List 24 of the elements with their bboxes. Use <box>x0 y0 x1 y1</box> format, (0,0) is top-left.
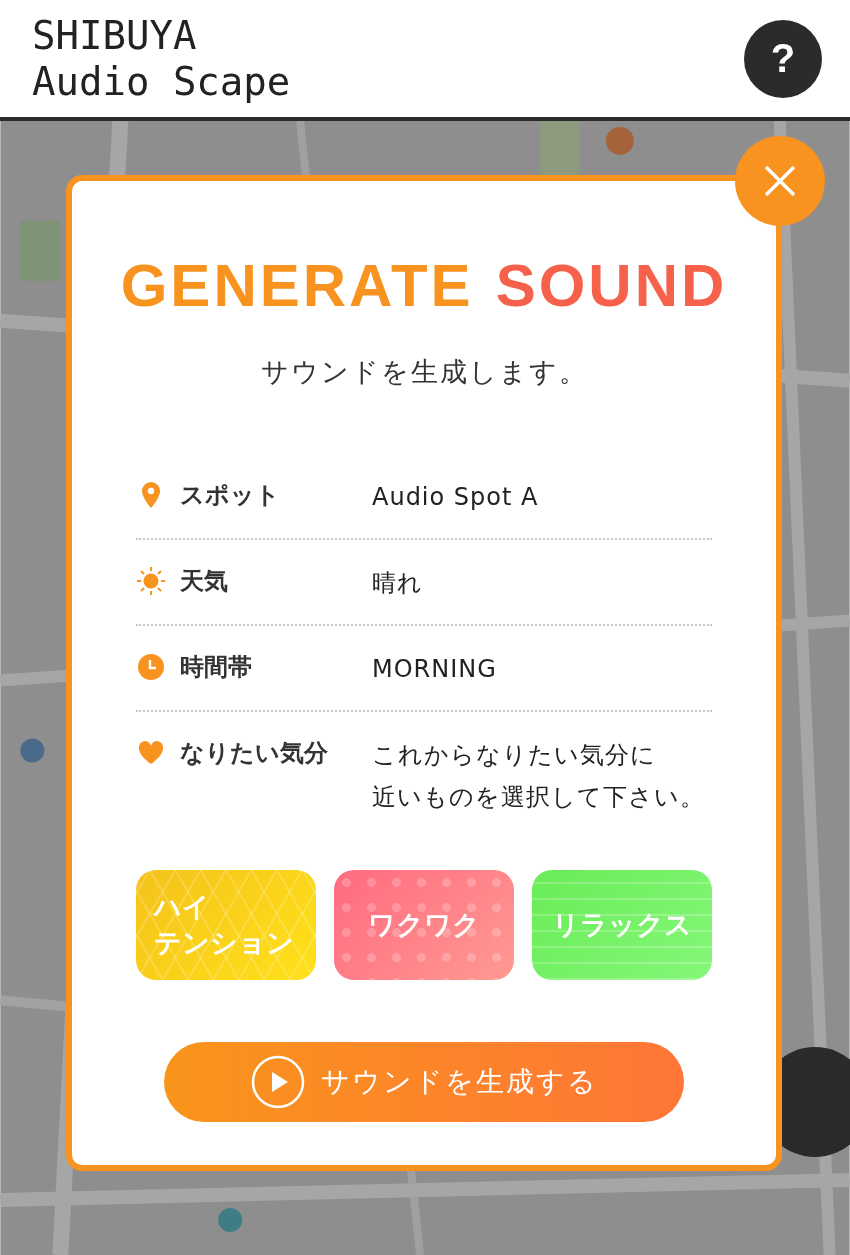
play-icon <box>250 1055 305 1109</box>
app-title: SHIBUYA Audio Scape <box>32 12 291 105</box>
info-label: 天気 <box>180 566 229 597</box>
mood-button[interactable]: ワクワク <box>334 870 514 980</box>
info-label: 時間帯 <box>180 652 253 683</box>
info-value: 近いものを選択して下さい。 <box>372 782 705 813</box>
info-value: 晴れ <box>372 568 423 599</box>
mood-button[interactable]: リラックス <box>532 870 712 980</box>
generate-sound-button[interactable]: サウンドを生成する <box>164 1042 684 1122</box>
map-marker-icon <box>218 1208 243 1232</box>
help-button[interactable]: ? <box>744 19 822 98</box>
clock-icon <box>136 652 166 682</box>
info-value: MORNING <box>372 654 497 685</box>
dialog-title: GENERATE SOUND <box>120 251 728 320</box>
info-label: スポット <box>180 480 281 511</box>
mood-button[interactable]: ハイ テンション <box>136 870 316 980</box>
info-label: なりたい気分 <box>180 738 329 769</box>
map-marker-icon <box>20 738 45 763</box>
info-value: これからなりたい気分に <box>372 740 656 771</box>
map-marker-icon <box>605 127 634 155</box>
dialog-subtitle: サウンドを生成します。 <box>260 355 588 389</box>
info-value: Audio Spot A <box>372 482 539 513</box>
close-icon <box>763 164 797 198</box>
sun-icon <box>136 566 166 596</box>
